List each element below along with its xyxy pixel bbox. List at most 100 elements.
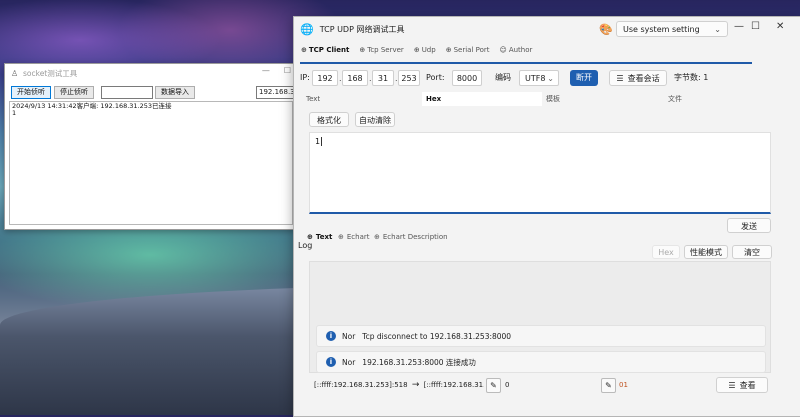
- byte-count: 字节数: 1: [674, 73, 709, 82]
- tab-hex[interactable]: Hex: [422, 92, 542, 106]
- tab-label: Echart Description: [382, 233, 448, 241]
- bottom-bar: [::ffff:192.168.31.253]:518 → [::ffff:19…: [309, 377, 771, 393]
- ip-octet-2[interactable]: 168: [342, 70, 368, 86]
- send-button[interactable]: 发送: [727, 218, 771, 233]
- tab-author[interactable]: ☺ Author: [499, 42, 534, 58]
- theme-select-value: Use system setting: [623, 25, 700, 34]
- import-data-button[interactable]: 数据导入: [155, 86, 195, 99]
- tab-tcp-client[interactable]: ⊕ TCP Client: [300, 42, 350, 58]
- text-cursor: [321, 137, 323, 146]
- auto-clear-button[interactable]: 自动清除: [355, 112, 395, 127]
- socket-log-area[interactable]: 2024/9/13 14:31:42客户端: 192.168.31.253已连接…: [9, 101, 293, 225]
- tab-echart-description[interactable]: ⊕ Echart Description: [374, 230, 448, 244]
- tab-echart[interactable]: ⊕ Echart: [338, 230, 370, 244]
- input-field-2[interactable]: 01: [619, 377, 699, 393]
- clear-log-button[interactable]: 清空: [732, 245, 772, 259]
- socket-window: ♙ socket测试工具 — ☐ 开始侦听 停止侦听 数据导入 192.168.…: [4, 63, 296, 230]
- app-icon: 🌐: [300, 22, 314, 36]
- list-icon: ☰: [728, 381, 736, 390]
- log-line: 2024/9/13 14:31:42客户端: 192.168.31.253已连接: [12, 102, 172, 110]
- tab-file[interactable]: 文件: [664, 92, 784, 106]
- ip-label: IP:: [300, 73, 310, 82]
- performance-mode-button[interactable]: 性能模式: [684, 245, 728, 259]
- port-label: Port:: [426, 73, 445, 82]
- log-text: Tcp disconnect to 192.168.31.253:8000: [362, 331, 512, 341]
- plug-icon: ⊕: [301, 46, 307, 54]
- socket-toolbar: 开始侦听 停止侦听 数据导入 192.168.31.: [5, 86, 295, 100]
- user-icon: ☺: [499, 46, 507, 54]
- hex-toggle[interactable]: Hex: [652, 245, 680, 259]
- log-level: Nor: [342, 357, 356, 367]
- local-address: [::ffff:192.168.31.253]:518: [314, 381, 408, 389]
- tab-label: Author: [508, 46, 533, 54]
- log-line: 1: [12, 109, 17, 117]
- socket-app-icon: ♙: [11, 68, 19, 78]
- remote-address: [::ffff:192.168.31.253]:800: [423, 381, 484, 389]
- info-icon: i: [326, 331, 336, 341]
- tab-label: Serial Port: [453, 46, 490, 54]
- theme-select[interactable]: Use system setting ⌄: [616, 21, 728, 37]
- port-input[interactable]: 8000: [452, 70, 482, 86]
- tab-label: Tcp Server: [367, 46, 404, 54]
- send-editor[interactable]: 1: [309, 132, 771, 214]
- view-label: 查看: [739, 381, 756, 390]
- plug-icon: ⊕: [445, 46, 452, 54]
- plug-icon: ⊕: [413, 46, 420, 54]
- view-button[interactable]: ☰ 查看: [716, 377, 768, 393]
- plug-icon: ⊕: [359, 46, 366, 54]
- plug-icon: ⊕: [374, 233, 380, 241]
- log-item: i Nor Tcp disconnect to 192.168.31.253:8…: [316, 325, 766, 347]
- palette-icon: 🎨: [599, 23, 613, 36]
- log-label: Log: [298, 241, 313, 250]
- log-area[interactable]: i Nor Tcp disconnect to 192.168.31.253:8…: [309, 261, 771, 373]
- ip-octet-3[interactable]: 31: [372, 70, 394, 86]
- socket-window-controls: — ☐: [262, 66, 291, 75]
- ip-octet-1[interactable]: 192: [312, 70, 338, 86]
- editor-content: 1: [315, 137, 321, 146]
- tab-tcp-server[interactable]: ⊕ Tcp Server: [358, 42, 404, 58]
- format-button[interactable]: 格式化: [309, 112, 349, 127]
- log-item: i Nor 192.168.31.253:8000 连接成功: [316, 351, 766, 373]
- info-icon: i: [326, 357, 336, 367]
- view-session-label: 查看会话: [627, 74, 660, 83]
- address-route: [::ffff:192.168.31.253]:518 → [::ffff:19…: [314, 377, 484, 393]
- socket-window-titlebar: ♙ socket测试工具: [5, 64, 295, 82]
- tab-serial-port[interactable]: ⊕ Serial Port: [445, 42, 491, 58]
- maximize-icon[interactable]: ☐: [751, 21, 760, 32]
- tab-label: Udp: [421, 46, 436, 54]
- tab-label: Text: [315, 233, 333, 241]
- tab-udp[interactable]: ⊕ Udp: [413, 42, 437, 58]
- input-field-1[interactable]: 0: [505, 377, 595, 393]
- connection-config: IP: 192 . 168 . 31 . 253 Port: 8000 编码 U…: [294, 69, 800, 87]
- tab-template[interactable]: 模板: [542, 92, 664, 106]
- chevron-down-icon: ⌄: [714, 25, 721, 34]
- arrow-right-icon: →: [411, 380, 420, 390]
- minimize-icon[interactable]: —: [734, 21, 744, 32]
- edit-icon[interactable]: ✎: [601, 378, 616, 393]
- main-window: 🌐 TCP UDP 网络调试工具 🎨 Use system setting ⌄ …: [293, 16, 800, 417]
- ip-input[interactable]: 192.168.31.: [256, 86, 295, 99]
- edit-icon[interactable]: ✎: [486, 378, 501, 393]
- view-session-button[interactable]: ☰ 查看会话: [609, 70, 667, 86]
- log-text: 192.168.31.253:8000 连接成功: [362, 357, 476, 367]
- socket-window-title: socket测试工具: [23, 68, 78, 78]
- stop-listen-button[interactable]: 停止侦听: [54, 86, 94, 99]
- nav-underline: [300, 62, 752, 64]
- tab-label: Echart: [346, 233, 370, 241]
- ip-octet-4[interactable]: 253: [398, 70, 420, 86]
- log-level: Nor: [342, 331, 356, 341]
- close-icon[interactable]: ✕: [776, 21, 784, 32]
- main-window-title: TCP UDP 网络调试工具: [319, 24, 405, 34]
- maximize-icon[interactable]: ☐: [284, 66, 291, 75]
- nav-tabs: ⊕ TCP Client ⊕ Tcp Server ⊕ Udp ⊕ Serial Por…: [300, 42, 533, 58]
- minimize-icon[interactable]: —: [262, 66, 270, 75]
- encoding-select[interactable]: UTF8 ⌄: [519, 70, 559, 86]
- send-mode-tabs: Text Hex 模板 文件: [302, 92, 792, 106]
- start-listen-button[interactable]: 开始侦听: [11, 86, 51, 99]
- disconnect-button[interactable]: 断开: [570, 70, 598, 86]
- encoding-value: UTF8: [525, 74, 546, 83]
- plug-icon: ⊕: [338, 233, 344, 241]
- tab-text[interactable]: Text: [302, 92, 422, 106]
- port-input[interactable]: [101, 86, 153, 99]
- list-icon: ☰: [616, 74, 624, 83]
